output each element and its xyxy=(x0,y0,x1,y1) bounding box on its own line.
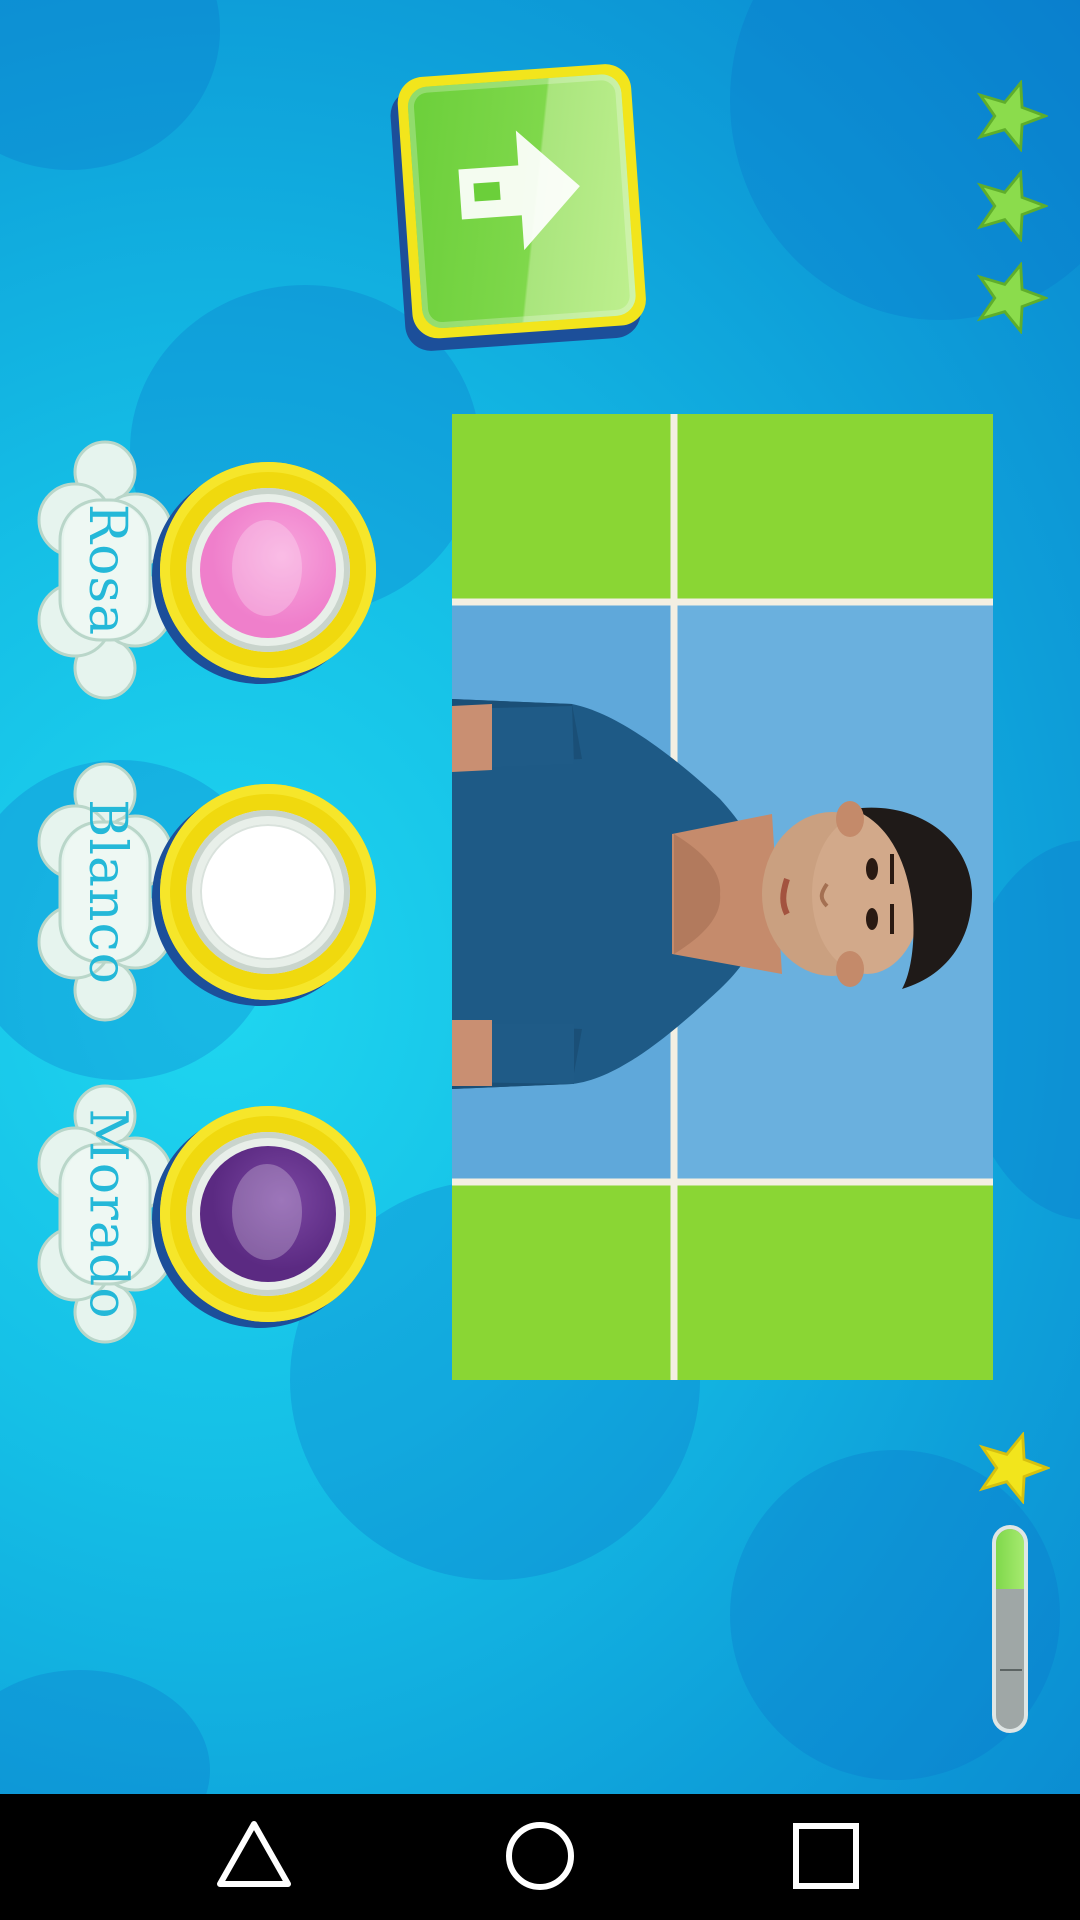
option-label-wrap: Rosa xyxy=(62,440,152,700)
option-label: Blanco xyxy=(77,799,138,985)
color-button-morado[interactable] xyxy=(152,1106,376,1328)
recents-square-icon[interactable] xyxy=(786,1816,866,1896)
swatch-shine xyxy=(232,520,302,616)
presenter-video-frame xyxy=(452,414,993,1380)
navigation-bar xyxy=(0,1794,1080,1920)
swatch-shine xyxy=(232,1164,302,1260)
option-label: Morado xyxy=(77,1108,138,1320)
option-morado[interactable]: Morado xyxy=(30,1084,380,1344)
next-button[interactable] xyxy=(388,62,654,353)
progress-tick xyxy=(1000,1669,1022,1671)
game-screen: Rosa Blanco Morado xyxy=(0,0,1080,1794)
progress-fill xyxy=(996,1529,1024,1589)
option-label-wrap: Morado xyxy=(62,1084,152,1344)
home-circle-icon[interactable] xyxy=(500,1816,580,1896)
option-rosa[interactable]: Rosa xyxy=(30,440,380,700)
option-label: Rosa xyxy=(77,503,137,637)
star-icon xyxy=(976,80,1048,152)
sign-video[interactable] xyxy=(452,414,993,1380)
option-blanco[interactable]: Blanco xyxy=(30,762,380,1022)
star-icon xyxy=(976,170,1048,242)
star-icon xyxy=(978,1432,1050,1504)
bg-bubble xyxy=(0,1670,210,1794)
color-button-blanco[interactable] xyxy=(152,784,376,1006)
progress-meter xyxy=(992,1525,1028,1733)
swatch-ball xyxy=(200,824,336,960)
bg-bubble xyxy=(0,0,220,170)
star-icon xyxy=(976,262,1048,334)
arrow-right-icon xyxy=(458,130,580,251)
color-button-rosa[interactable] xyxy=(152,462,376,684)
back-triangle-icon[interactable] xyxy=(214,1816,294,1896)
option-label-wrap: Blanco xyxy=(62,762,152,1022)
